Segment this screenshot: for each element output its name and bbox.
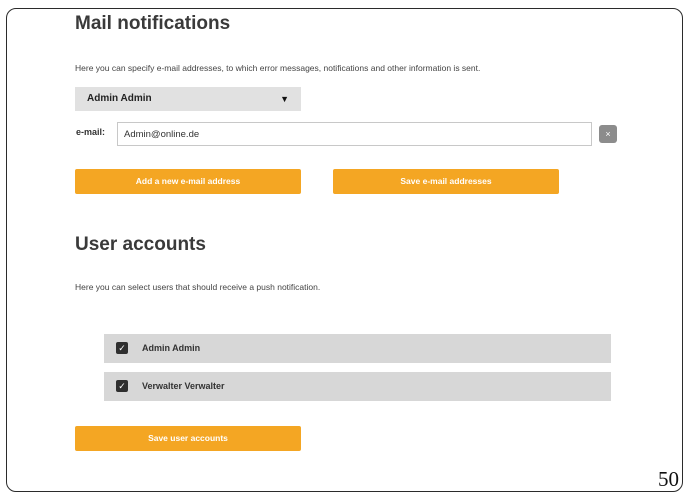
user-row-label: Admin Admin	[142, 343, 201, 353]
mail-notifications-description: Here you can specify e-mail addresses, t…	[75, 63, 481, 73]
email-label: e-mail:	[76, 127, 106, 137]
user-row-label: Verwalter Verwalter	[142, 381, 225, 391]
user-row-verwalter[interactable]: ✓ Verwalter Verwalter	[104, 372, 611, 401]
user-accounts-title: User accounts	[75, 234, 206, 255]
add-email-button[interactable]: Add a new e-mail address	[75, 169, 301, 194]
save-user-accounts-button[interactable]: Save user accounts	[75, 426, 301, 451]
save-email-button[interactable]: Save e-mail addresses	[333, 169, 559, 194]
user-row-admin[interactable]: ✓ Admin Admin	[104, 334, 611, 363]
remove-email-button[interactable]: ×	[599, 125, 617, 143]
close-icon: ×	[605, 129, 611, 139]
mail-notifications-title: Mail notifications	[75, 13, 231, 34]
user-accounts-description: Here you can select users that should re…	[75, 282, 321, 292]
email-field[interactable]	[117, 122, 592, 146]
user-select-value: Admin Admin	[87, 93, 152, 104]
checkbox-checked-icon[interactable]: ✓	[116, 342, 128, 354]
user-select[interactable]: Admin Admin ▼	[75, 87, 301, 111]
checkbox-checked-icon[interactable]: ✓	[116, 380, 128, 392]
caret-down-icon: ▼	[280, 94, 289, 104]
page-number: 50	[658, 467, 679, 491]
